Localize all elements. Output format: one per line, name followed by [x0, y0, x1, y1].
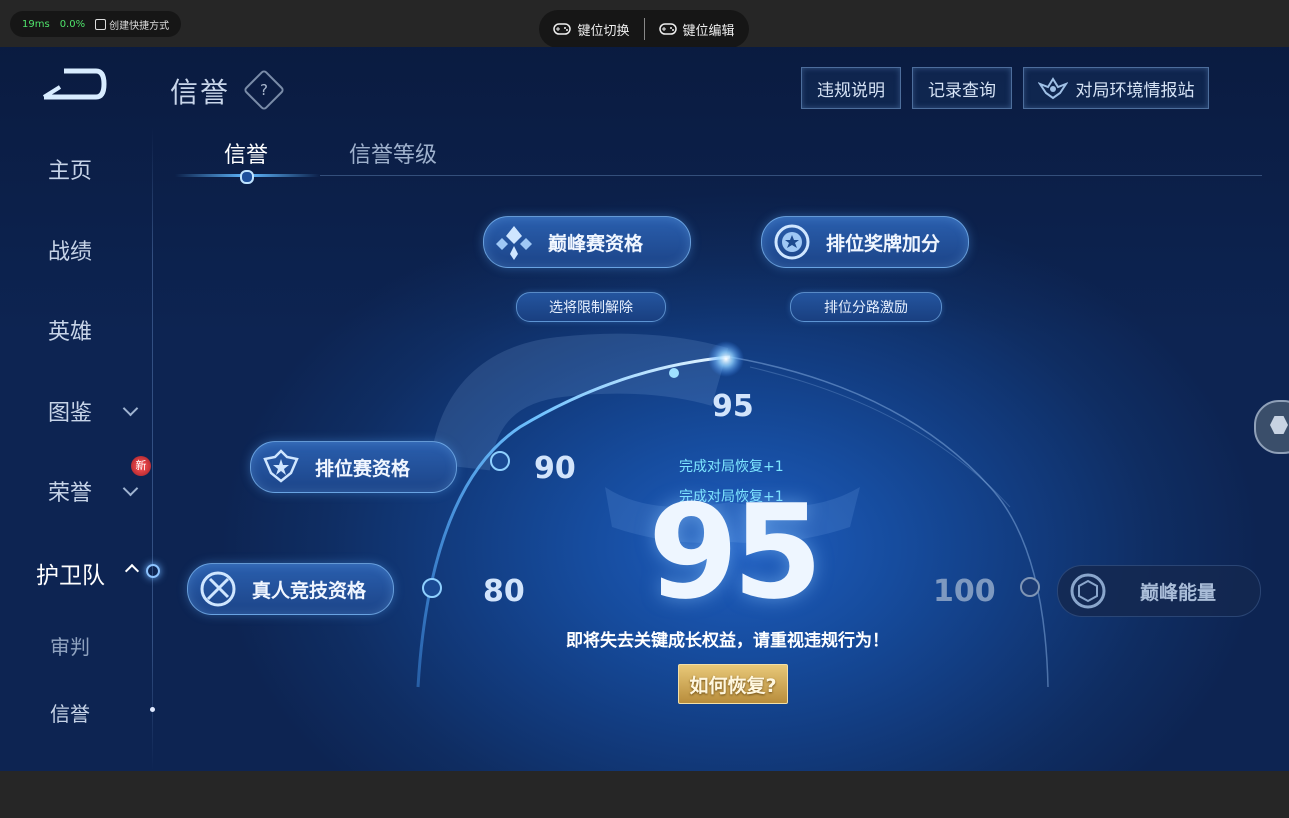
recovery-hint-1: 完成对局恢复+1	[679, 459, 784, 475]
mark-95-label: 95	[712, 389, 754, 424]
loss-value: 0.0%	[59, 18, 86, 30]
star-medal-icon	[774, 224, 810, 260]
peak-energy[interactable]: 巅峰能量	[1057, 565, 1261, 617]
rank-match-qualification[interactable]: 排位赛资格	[250, 441, 457, 493]
progress-head-glow	[708, 341, 744, 377]
shortcut-icon	[95, 18, 107, 30]
emulator-top-bar: 19ms 0.0% 创建快捷方式 键位切换 键位编辑	[0, 0, 1289, 48]
ping-value: 19ms	[22, 18, 50, 30]
credit-score: 95	[648, 476, 823, 628]
hexagon-icon	[1270, 416, 1288, 434]
mark-90-label: 90	[534, 451, 576, 486]
credit-arc-gauge	[416, 333, 1049, 688]
key-edit-button[interactable]: 键位编辑	[645, 20, 749, 39]
peak-match-qualification[interactable]: 巅峰赛资格	[483, 216, 691, 268]
rank-medal-bonus[interactable]: 排位奖牌加分	[761, 216, 969, 268]
mark-80-label: 80	[483, 574, 525, 609]
rank-lane-incentive[interactable]: 排位分路激励	[790, 292, 942, 322]
key-mapping-bar: 键位切换 键位编辑	[539, 10, 749, 48]
emulator-bottom-bar	[0, 771, 1289, 818]
game-screen: 信誉 ? 违规说明 记录查询 对局环境情报站 主页 战绩 英雄 图鉴 荣誉 新 …	[0, 47, 1289, 771]
performance-overlay: 19ms 0.0% 创建快捷方式	[10, 11, 182, 37]
arc-node	[669, 368, 679, 378]
pick-restriction-lifted[interactable]: 选将限制解除	[516, 292, 666, 322]
how-to-recover-button[interactable]: 如何恢复?	[678, 664, 788, 704]
cube-icon	[1070, 573, 1106, 609]
warning-text: 即将失去关键成长权益，请重视违规行为！	[566, 631, 889, 651]
mark-node-80	[422, 578, 442, 598]
create-shortcut-button[interactable]: 创建快捷方式	[95, 17, 169, 32]
gamepad-icon	[553, 23, 572, 35]
swords-icon	[200, 571, 236, 607]
rank-shield-icon	[263, 449, 299, 483]
peak-diamond-icon	[496, 226, 532, 260]
gamepad-icon	[658, 23, 677, 35]
real-player-qualification[interactable]: 真人竞技资格	[187, 563, 394, 615]
mark-node-100	[1020, 577, 1040, 597]
key-switch-button[interactable]: 键位切换	[539, 20, 643, 39]
mark-100-label: 100	[933, 574, 996, 609]
mark-node-90	[490, 451, 510, 471]
